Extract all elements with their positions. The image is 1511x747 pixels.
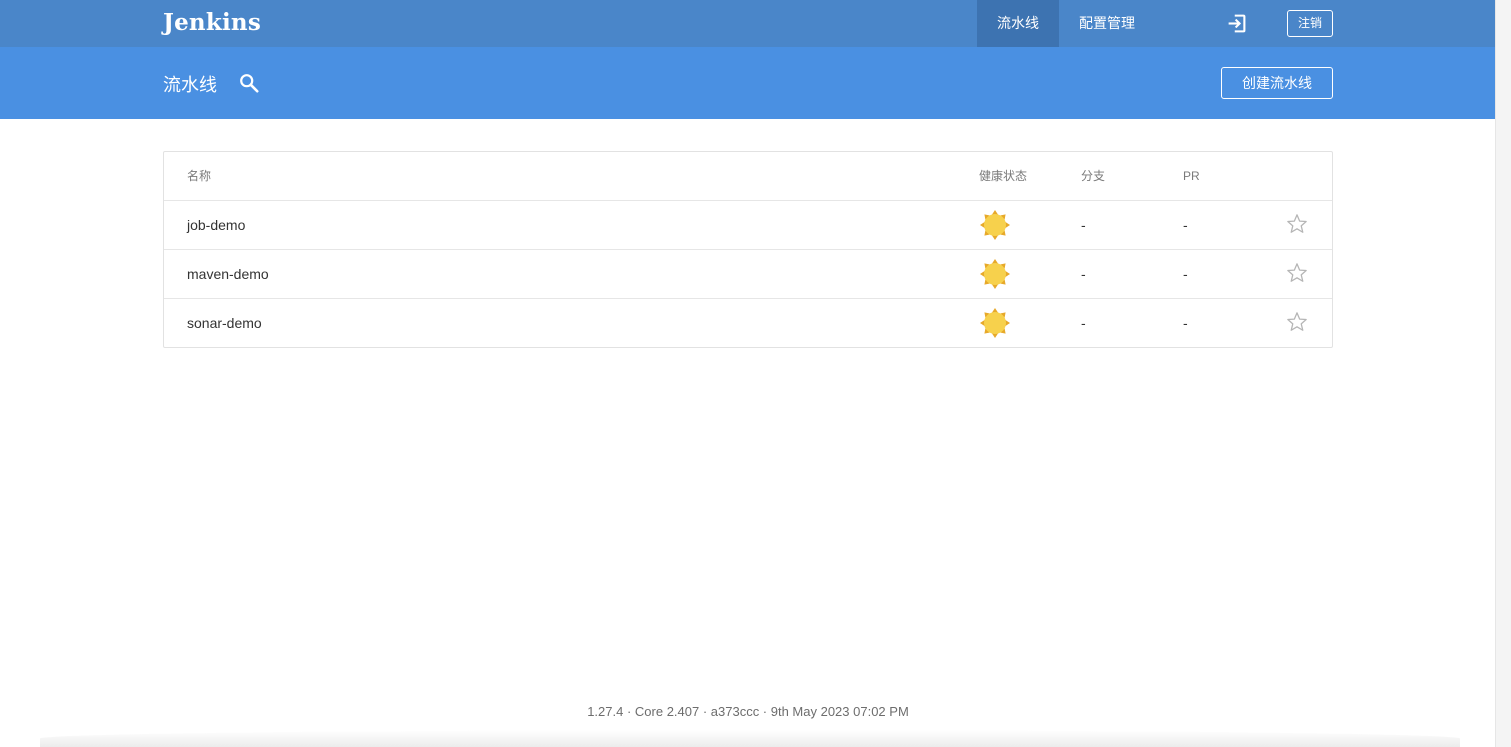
branch-count: - (1081, 315, 1086, 331)
pipeline-name[interactable]: job-demo (187, 201, 245, 249)
page: Jenkins 流水线 配置管理 注销 流水线 创建流水线 名称 健康状态 分支… (0, 0, 1496, 747)
footer-shadow (40, 730, 1460, 747)
pipeline-name[interactable]: sonar-demo (187, 299, 262, 347)
table-row[interactable]: sonar-demo - - (164, 299, 1332, 347)
top-nav-bar: Jenkins 流水线 配置管理 注销 (0, 0, 1496, 47)
page-title: 流水线 (163, 75, 217, 95)
logout-button[interactable]: 注销 (1287, 10, 1333, 37)
table-row[interactable]: maven-demo - - (164, 250, 1332, 299)
favorite-star-icon[interactable] (1286, 311, 1308, 333)
tab-configuration[interactable]: 配置管理 (1064, 0, 1150, 47)
column-header-name[interactable]: 名称 (187, 152, 211, 200)
version-footer: 1.27.4 · Core 2.407 · a373ccc · 9th May … (587, 704, 909, 719)
column-header-health[interactable]: 健康状态 (979, 152, 1027, 200)
sunny-icon (980, 308, 1010, 338)
jenkins-logo[interactable]: Jenkins (163, 9, 261, 36)
table-row[interactable]: job-demo - - (164, 201, 1332, 250)
column-header-pr[interactable]: PR (1183, 152, 1200, 200)
pr-count: - (1183, 217, 1188, 233)
pr-count: - (1183, 315, 1188, 331)
logout-arrow-icon[interactable] (1226, 13, 1247, 34)
branch-count: - (1081, 217, 1086, 233)
search-icon[interactable] (238, 72, 260, 94)
page-header: 流水线 创建流水线 (0, 47, 1496, 119)
favorite-star-icon[interactable] (1286, 262, 1308, 284)
sunny-icon (980, 259, 1010, 289)
favorite-star-icon[interactable] (1286, 213, 1308, 235)
pipeline-name[interactable]: maven-demo (187, 250, 269, 298)
branch-count: - (1081, 266, 1086, 282)
tab-pipelines[interactable]: 流水线 (977, 0, 1059, 47)
pr-count: - (1183, 266, 1188, 282)
pipeline-table: 名称 健康状态 分支 PR job-demo - - maven-demo - (163, 151, 1333, 348)
scrollbar[interactable] (1495, 0, 1511, 747)
table-header: 名称 健康状态 分支 PR (164, 152, 1332, 201)
create-pipeline-button[interactable]: 创建流水线 (1221, 67, 1333, 99)
sunny-icon (980, 210, 1010, 240)
column-header-branches[interactable]: 分支 (1081, 152, 1105, 200)
